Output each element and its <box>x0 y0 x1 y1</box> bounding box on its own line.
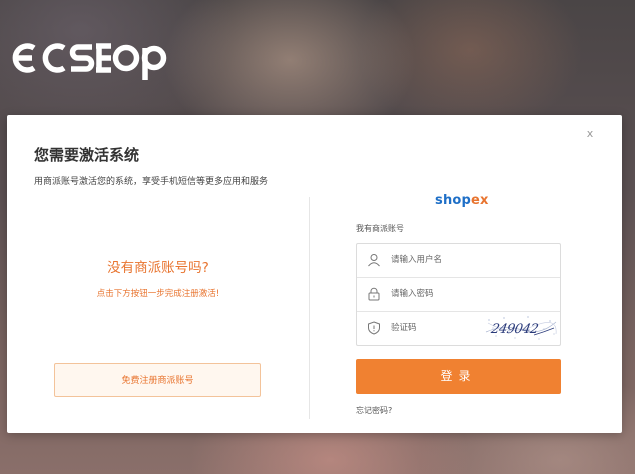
password-row <box>357 278 560 312</box>
captcha-text: 249042 <box>489 322 539 337</box>
close-button[interactable]: x <box>583 127 597 141</box>
shopex-logo: shopex <box>435 193 489 208</box>
register-panel: 没有商派账号吗? 点击下方按钮一步完成注册激活! 免费注册商派账号 <box>7 195 309 433</box>
user-icon <box>368 254 380 267</box>
shopex-logo-part1: shop <box>435 193 472 208</box>
ecstop-logo <box>12 43 167 80</box>
shield-icon <box>368 321 380 335</box>
username-input[interactable] <box>391 244 501 276</box>
login-button[interactable]: 登录 <box>356 359 561 394</box>
page-background: x 您需要激活系统 用商派账号激活您的系统，享受手机短信等更多应用和服务 没有商… <box>0 0 635 474</box>
panel-divider <box>309 197 310 419</box>
lock-icon <box>368 287 380 301</box>
password-input[interactable] <box>391 278 501 310</box>
modal-title: 您需要激活系统 <box>34 146 140 164</box>
have-account-label: 我有商派账号 <box>356 224 404 233</box>
shopex-logo-part2: ex <box>471 193 489 208</box>
no-account-hint: 点击下方按钮一步完成注册激活! <box>96 289 220 299</box>
modal-subtitle: 用商派账号激活您的系统，享受手机短信等更多应用和服务 <box>34 177 269 187</box>
captcha-row: 249042 <box>357 312 560 345</box>
no-account-title: 没有商派账号吗? <box>107 260 209 276</box>
username-row <box>357 244 560 278</box>
forgot-password-link[interactable]: 忘记密码? <box>356 405 392 416</box>
login-form: 249042 <box>356 243 561 346</box>
register-button[interactable]: 免费注册商派账号 <box>54 363 261 397</box>
captcha-image[interactable]: 249042 <box>484 314 558 342</box>
activation-modal: x 您需要激活系统 用商派账号激活您的系统，享受手机短信等更多应用和服务 没有商… <box>7 115 622 433</box>
